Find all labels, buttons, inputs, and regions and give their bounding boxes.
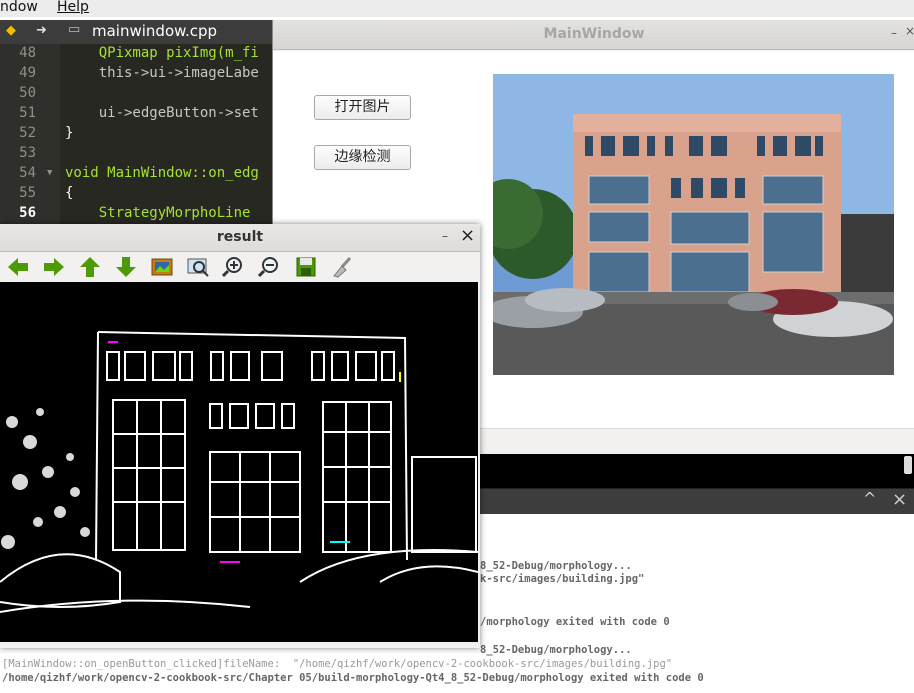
code-editor[interactable]: 48 49 50 51 52 53 54 55 56 ▼ QPixmap pix… (0, 44, 272, 224)
output-pane-header: ^ × (480, 488, 914, 514)
arrow-right-icon[interactable] (42, 256, 66, 278)
code-line: } (65, 125, 74, 141)
line-number: 56 (19, 205, 36, 221)
result-window: result – × (0, 224, 480, 648)
nav-forward-icon[interactable]: ➜ (36, 23, 47, 38)
image-icon[interactable] (150, 256, 174, 278)
output-line: k-src/images/building.jpg" (480, 573, 645, 585)
arrow-left-icon[interactable] (6, 256, 30, 278)
code-line: this->ui->imageLabe (65, 65, 259, 81)
line-number: 55 (19, 185, 36, 201)
ide-menubar: ndow Help (0, 0, 914, 17)
output-line: 8_52-Debug/morphology... (480, 560, 632, 572)
arrow-up-icon[interactable] (78, 256, 102, 278)
edge-result-image (0, 282, 478, 642)
minimize-icon[interactable]: – (442, 229, 448, 243)
result-title: result (216, 229, 264, 245)
zoom-in-icon[interactable] (222, 256, 246, 278)
open-image-button[interactable]: 打开图片 (314, 95, 411, 120)
result-titlebar[interactable]: result – × (0, 224, 480, 252)
line-number: 49 (19, 65, 36, 81)
main-window-titlebar[interactable]: MainWindow – × (273, 20, 914, 50)
output-line: [MainWindow::on_openButton_clicked]fileN… (2, 658, 673, 670)
menu-help[interactable]: Help (57, 0, 89, 15)
zoom-fit-icon[interactable] (186, 256, 210, 278)
arrow-down-icon[interactable] (114, 256, 138, 278)
console-strip (480, 454, 914, 488)
collapse-icon[interactable]: ^ (863, 489, 876, 508)
line-number: 53 (19, 145, 36, 161)
line-number: 50 (19, 85, 36, 101)
output-line: 8_52-Debug/morphology... (480, 644, 632, 656)
code-line: { (65, 185, 74, 201)
line-number: 54 (19, 165, 36, 181)
editor-toolbar: ◆ ➜ ▭ mainwindow.cpp (0, 20, 272, 44)
clear-icon[interactable] (330, 256, 354, 278)
code-line: void MainWindow::on_edg (65, 165, 259, 181)
main-window-title: MainWindow (543, 26, 645, 42)
file-icon: ▭ (68, 22, 81, 37)
output-line: /home/qizhf/work/opencv-2-cookbook-src/C… (2, 672, 704, 684)
zoom-out-icon[interactable] (258, 256, 282, 278)
code-line: ui->edgeButton->set (65, 105, 259, 121)
fold-icon[interactable]: ▼ (47, 168, 52, 178)
close-icon[interactable]: × (892, 489, 907, 510)
save-icon[interactable] (294, 256, 318, 278)
output-line: /morphology exited with code 0 (480, 616, 670, 628)
close-icon[interactable]: × (460, 225, 475, 246)
building-image (493, 74, 894, 375)
code-line: QPixmap pixImg(m_fi (65, 45, 259, 61)
nav-back-icon[interactable]: ◆ (6, 23, 16, 38)
menu-window[interactable]: ndow (0, 0, 38, 15)
scrollbar[interactable] (904, 456, 912, 474)
minimize-icon[interactable]: – (891, 26, 897, 40)
result-toolbar (0, 252, 480, 282)
close-icon[interactable]: × (905, 24, 914, 38)
line-number: 48 (19, 45, 36, 61)
edge-detect-button[interactable]: 边缘检测 (314, 145, 411, 170)
code-line: StrategyMorphoLine (65, 205, 251, 221)
line-number: 52 (19, 125, 36, 141)
editor-tab-title[interactable]: mainwindow.cpp (92, 22, 217, 40)
line-number: 51 (19, 105, 36, 121)
